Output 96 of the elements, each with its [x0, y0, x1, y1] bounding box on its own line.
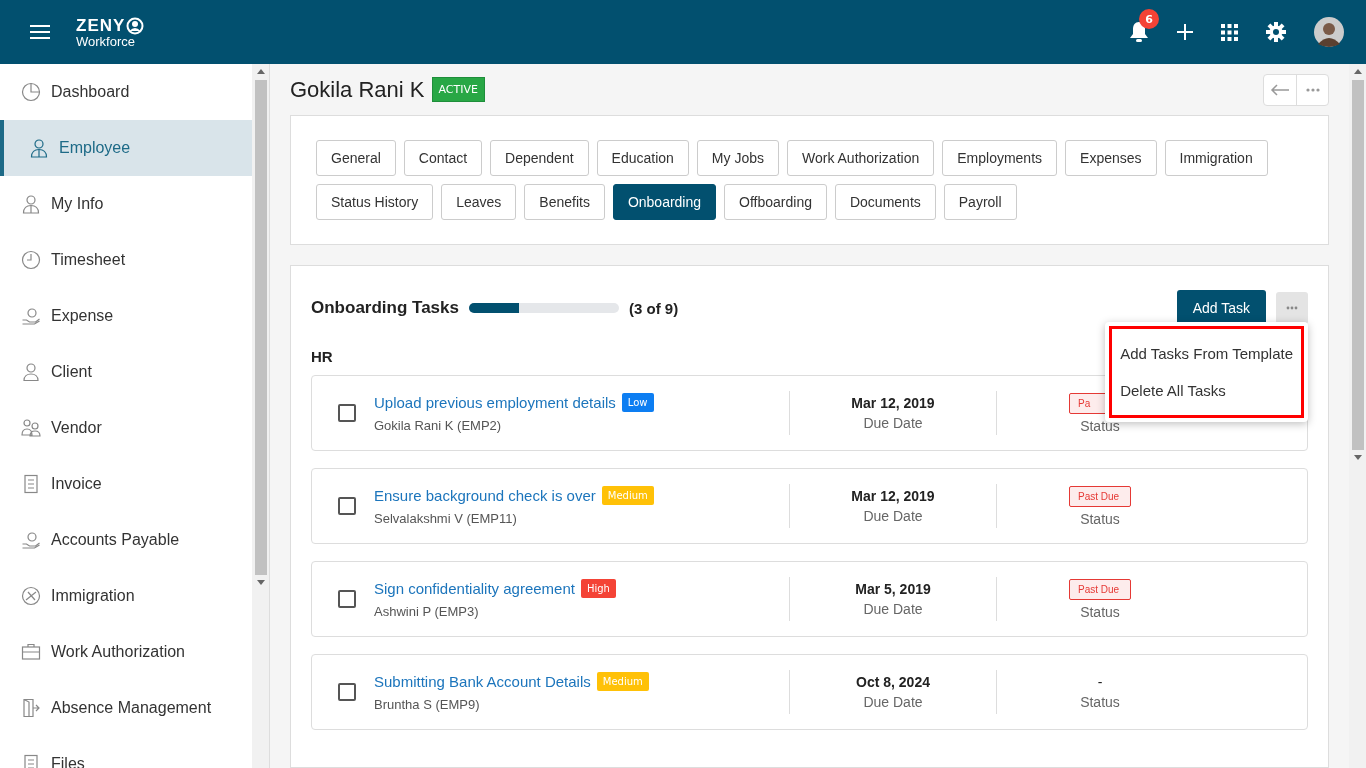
progress-count: (3 of 9) [629, 299, 679, 317]
sidebar-item[interactable]: My Info [0, 176, 252, 232]
due-date: Oct 8, 2024 [856, 674, 930, 690]
avatar[interactable] [1314, 17, 1344, 47]
sidebar-item[interactable]: Expense [0, 288, 252, 344]
priority-tag: High [580, 579, 616, 598]
task-link[interactable]: Sign confidentiality agreement [374, 580, 575, 597]
past-due-badge: Past Due [1069, 485, 1131, 507]
sidebar-item[interactable]: Vendor [0, 400, 252, 456]
scrollbar[interactable] [1349, 64, 1366, 768]
due-date: Mar 12, 2019 [851, 488, 935, 504]
section-title: Onboarding Tasks [311, 298, 459, 318]
tab[interactable]: Benefits [524, 184, 605, 220]
tab[interactable]: Expenses [1065, 140, 1157, 176]
bell-icon[interactable] [1129, 21, 1149, 43]
person-icon [21, 194, 41, 214]
task-checkbox[interactable] [338, 497, 356, 515]
due-date-label: Due Date [863, 601, 923, 617]
sidebar-item[interactable]: Accounts Payable [0, 512, 252, 568]
person-icon [29, 138, 49, 158]
tab[interactable]: Status History [316, 184, 434, 220]
scroll-down-icon[interactable] [1353, 455, 1362, 460]
door-icon [21, 698, 41, 718]
menu-icon[interactable] [30, 24, 50, 40]
due-date: Mar 5, 2019 [855, 581, 931, 597]
sidebar-item[interactable]: Absence Management [0, 680, 252, 736]
assignee: Gokila Rani K (EMP2) [374, 418, 503, 433]
group-heading: HR [311, 348, 333, 365]
due-date-label: Due Date [863, 694, 923, 710]
more-icon [1305, 87, 1320, 92]
employee-name: Gokila Rani K [290, 76, 425, 103]
sidebar-item[interactable]: Invoice [0, 456, 252, 512]
tab[interactable]: Work Authorization [787, 140, 935, 176]
scroll-up-icon[interactable] [1353, 69, 1362, 74]
sidebar-item[interactable]: Dashboard [0, 64, 252, 120]
user-icon [21, 362, 41, 382]
coin-hand-icon [21, 530, 41, 550]
apps-grid-icon[interactable] [1221, 23, 1238, 41]
priority-tag: Medium [601, 486, 654, 505]
more-icon [1286, 306, 1298, 310]
priority-tag: Low [621, 393, 654, 412]
people-icon [21, 418, 41, 438]
logo-brand: ZENY [76, 17, 126, 34]
status-value: - [1097, 674, 1103, 690]
menu-item[interactable]: Add Tasks From Template [1112, 335, 1301, 372]
tab[interactable]: Offboarding [724, 184, 827, 220]
task-link[interactable]: Upload previous employment details [374, 394, 616, 411]
assignee: Selvalakshmi V (EMP11) [374, 511, 518, 526]
task-checkbox[interactable] [338, 590, 356, 608]
tab[interactable]: Contact [403, 140, 483, 176]
briefcase-icon [21, 642, 41, 662]
status-label: Status [1080, 510, 1120, 527]
tab[interactable]: Onboarding [612, 184, 717, 220]
clock-icon [21, 250, 41, 270]
sidebar-item[interactable]: Client [0, 344, 252, 400]
notification-badge: 6 [1139, 9, 1159, 29]
scrollbar[interactable] [252, 64, 269, 768]
tab[interactable]: Education [596, 140, 689, 176]
scroll-down-icon[interactable] [256, 580, 265, 585]
due-date-label: Due Date [863, 508, 923, 524]
tab[interactable]: My Jobs [696, 140, 779, 176]
logo-subtitle: Workforce [76, 34, 136, 48]
tab[interactable]: Documents [834, 184, 936, 220]
task-link[interactable]: Ensure background check is over [374, 487, 596, 504]
priority-tag: Medium [596, 672, 649, 691]
coin-hand-icon [21, 306, 41, 326]
settings-icon[interactable] [1266, 22, 1286, 42]
status-label: Status [1080, 694, 1120, 710]
scroll-up-icon[interactable] [256, 69, 265, 74]
tab[interactable]: General [316, 140, 396, 176]
sidebar-item[interactable]: Timesheet [0, 232, 252, 288]
tab[interactable]: Leaves [441, 184, 517, 220]
pie-chart-icon [21, 82, 41, 102]
back-arrow-icon [1270, 83, 1290, 96]
sidebar-item[interactable]: Immigration [0, 568, 252, 624]
assignee: Bruntha S (EMP9) [374, 697, 481, 712]
due-date: Mar 12, 2019 [851, 395, 935, 411]
document-icon [21, 474, 41, 494]
past-due-badge: Past Due [1069, 578, 1131, 600]
status-label: Status [1080, 417, 1120, 434]
task-checkbox[interactable] [338, 683, 356, 701]
tab[interactable]: Employments [942, 140, 1058, 176]
task-checkbox[interactable] [338, 404, 356, 422]
tab[interactable]: Immigration [1164, 140, 1268, 176]
logo-icon [126, 16, 145, 35]
sidebar-item[interactable]: Employee [0, 120, 252, 176]
plus-icon[interactable] [1177, 24, 1193, 40]
due-date-label: Due Date [863, 415, 923, 431]
document-icon [21, 754, 41, 768]
status-badge: ACTIVE [431, 77, 485, 102]
task-link[interactable]: Submitting Bank Account Details [374, 673, 591, 690]
tab[interactable]: Dependent [490, 140, 589, 176]
tab[interactable]: Payroll [943, 184, 1017, 220]
status-label: Status [1080, 603, 1120, 620]
sidebar-item[interactable]: Work Authorization [0, 624, 252, 680]
assignee: Ashwini P (EMP3) [374, 604, 480, 619]
